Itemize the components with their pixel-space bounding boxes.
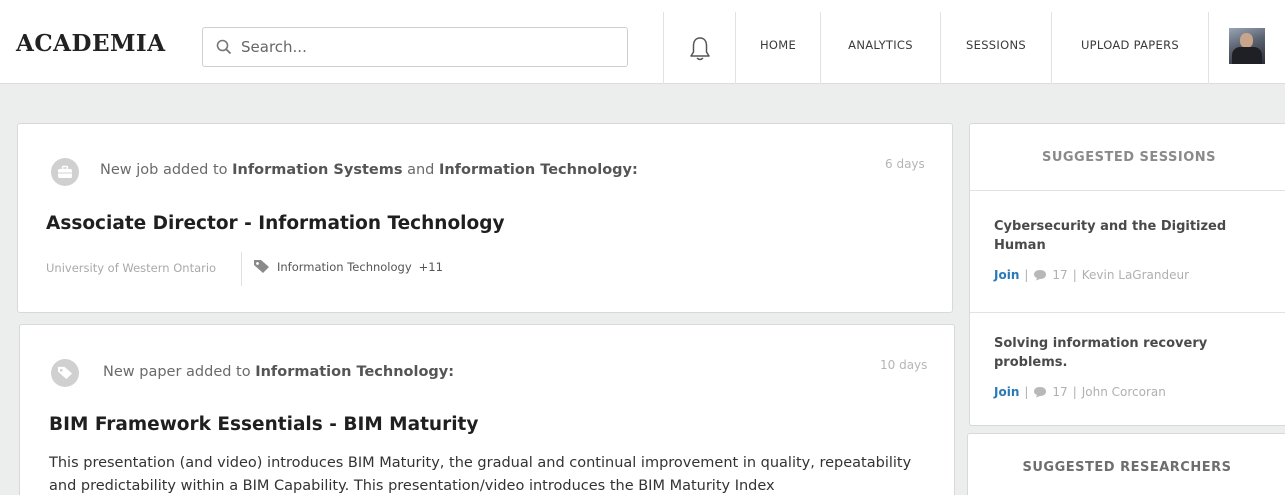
comment-icon xyxy=(1034,270,1047,281)
sessions-heading: SUGGESTED SESSIONS xyxy=(1041,150,1217,165)
session-author[interactable]: John Corcoran xyxy=(1082,385,1166,399)
panel-divider xyxy=(970,312,1285,313)
paper-abstract: This presentation (and video) introduces… xyxy=(49,455,912,494)
user-avatar[interactable] xyxy=(1229,28,1265,64)
session-meta: Join | 17 | Kevin LaGrandeur xyxy=(994,268,1189,282)
meta-separator: | xyxy=(1072,385,1077,399)
tag-icon-wrap xyxy=(51,359,79,387)
notifications-button[interactable] xyxy=(664,14,735,84)
topic-link[interactable]: Information Technology: xyxy=(255,364,454,380)
feed-timestamp: 10 days xyxy=(880,358,928,372)
paper-title-link[interactable]: BIM Framework Essentials - BIM Maturity xyxy=(49,414,478,435)
session-meta: Join | 17 | John Corcoran xyxy=(994,385,1166,399)
nav-divider xyxy=(1208,12,1209,84)
bell-icon xyxy=(689,37,710,61)
nav-sessions[interactable]: SESSIONS xyxy=(941,14,1051,76)
search-icon xyxy=(216,39,232,55)
feed-activity-line: New job added to Information Systems and… xyxy=(100,162,638,178)
activity-prefix: New paper added to xyxy=(103,364,256,380)
comment-count: 17 xyxy=(1052,385,1068,399)
session-title-link[interactable]: Cybersecurity and the Digitized Human xyxy=(994,217,1244,255)
suggested-researchers-panel: SUGGESTED RESEARCHERS xyxy=(967,433,1285,495)
job-title-link[interactable]: Associate Director - Information Technol… xyxy=(46,213,505,234)
comment-count: 17 xyxy=(1052,268,1068,282)
meta-divider xyxy=(241,252,242,286)
briefcase-icon xyxy=(58,165,72,178)
meta-separator: | xyxy=(1024,385,1029,399)
top-header: ACADEMIA HOME ANALYTICS SESSIONS UPLOAD … xyxy=(0,0,1285,84)
tag-icon xyxy=(58,366,72,380)
topic-link[interactable]: Information Systems xyxy=(232,162,402,178)
search-input[interactable] xyxy=(241,29,621,65)
academia-logo[interactable]: ACADEMIA xyxy=(16,30,166,57)
activity-prefix: New job added to xyxy=(100,162,233,178)
avatar-body xyxy=(1232,47,1262,64)
comment-icon xyxy=(1034,387,1047,398)
organization-name[interactable]: University of Western Ontario xyxy=(46,261,216,275)
session-author[interactable]: Kevin LaGrandeur xyxy=(1082,268,1189,282)
feed-timestamp: 6 days xyxy=(885,157,925,171)
panel-divider xyxy=(970,190,1285,191)
meta-separator: | xyxy=(1024,268,1029,282)
feed-activity-line: New paper added to Information Technolog… xyxy=(103,364,454,380)
meta-separator: | xyxy=(1072,268,1077,282)
search-box[interactable] xyxy=(202,27,628,67)
activity-joiner: and xyxy=(402,162,439,178)
researchers-heading: SUGGESTED RESEARCHERS xyxy=(1022,460,1232,475)
tag-more-count[interactable]: +11 xyxy=(419,260,443,274)
avatar-face xyxy=(1240,33,1253,48)
nav-home[interactable]: HOME xyxy=(736,14,820,76)
suggested-sessions-panel: SUGGESTED SESSIONS Cybersecurity and the… xyxy=(969,123,1285,426)
job-tags: Information Technology +11 xyxy=(253,259,443,274)
topic-link[interactable]: Information Technology: xyxy=(439,162,638,178)
join-link[interactable]: Join xyxy=(994,385,1019,399)
tag-icon xyxy=(254,260,269,273)
join-link[interactable]: Join xyxy=(994,268,1019,282)
feed-card-paper: New paper added to Information Technolog… xyxy=(19,324,955,495)
feed-card-job: New job added to Information Systems and… xyxy=(17,123,953,313)
session-title-link[interactable]: Solving information recovery problems. xyxy=(994,334,1244,372)
tag-label[interactable]: Information Technology xyxy=(277,260,412,274)
briefcase-icon-wrap xyxy=(51,158,79,186)
nav-analytics[interactable]: ANALYTICS xyxy=(821,14,940,76)
nav-upload-papers[interactable]: UPLOAD PAPERS xyxy=(1052,14,1208,76)
